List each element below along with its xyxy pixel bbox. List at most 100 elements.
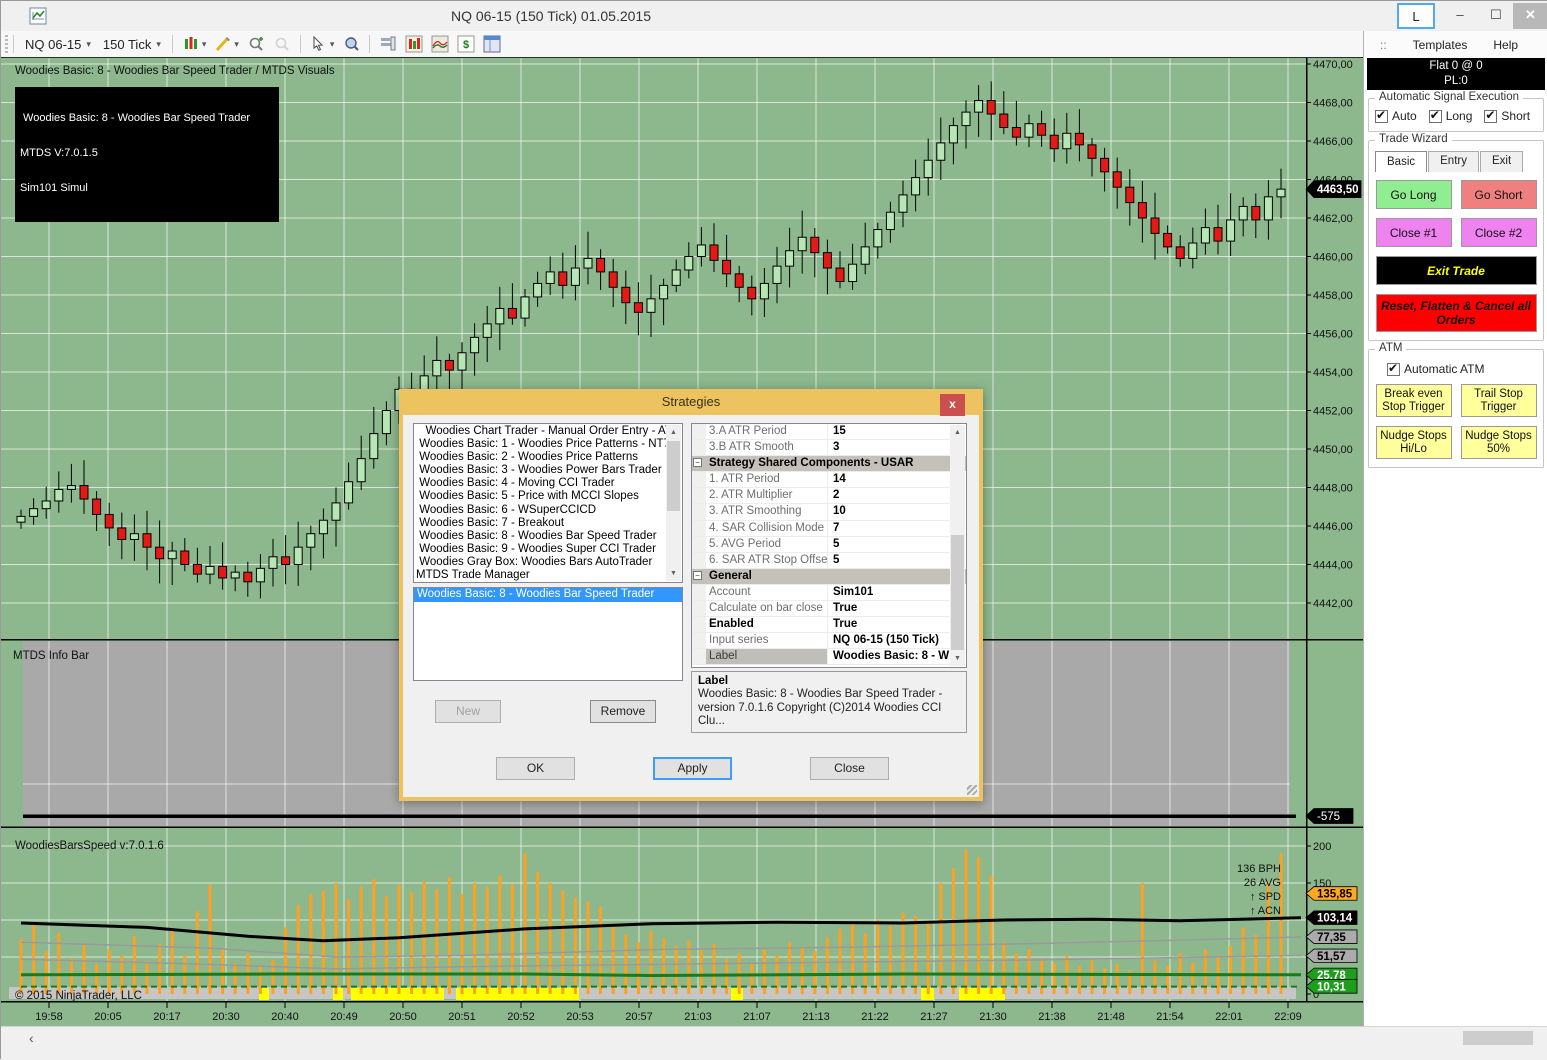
account-button[interactable]: $ xyxy=(453,33,479,55)
property-row[interactable]: 3. ATR Smoothing10 xyxy=(692,504,951,520)
instrument-selector[interactable]: NQ 06-15 ▾ xyxy=(19,35,97,54)
menu-help[interactable]: Help xyxy=(1493,38,1518,52)
signal-checkbox-long[interactable]: ✔Long xyxy=(1429,109,1473,123)
strategy-list-item[interactable]: MTDS Trade Manager xyxy=(416,569,666,582)
property-grid[interactable]: ▲ ▼ 3.A ATR Period153.B ATR Smooth3−Stra… xyxy=(691,423,967,668)
automatic-atm-checkbox[interactable]: ✔ Automatic ATM xyxy=(1387,362,1537,376)
scroll-up-icon[interactable]: ▲ xyxy=(666,425,681,440)
tab-basic[interactable]: Basic xyxy=(1375,151,1427,172)
nudge-stops-hi-lo-button[interactable]: Nudge Stops Hi/Lo xyxy=(1376,426,1452,459)
nudge-stops-50--button[interactable]: Nudge Stops 50% xyxy=(1461,426,1537,459)
collapse-icon[interactable]: − xyxy=(693,571,702,580)
minimize-button[interactable]: – xyxy=(1443,3,1477,29)
menu-templates[interactable]: Templates xyxy=(1413,38,1468,52)
data-series-button[interactable] xyxy=(401,33,427,55)
link-button[interactable]: L xyxy=(1397,3,1435,29)
cursor-mode-button[interactable]: ▾ xyxy=(306,33,339,55)
property-value[interactable]: 7 xyxy=(828,521,951,536)
maximize-button[interactable]: ☐ xyxy=(1479,3,1513,29)
strategy-list-item[interactable]: Woodies Gray Box: Woodies Bars AutoTrade… xyxy=(416,556,666,569)
zoom-out-button[interactable] xyxy=(269,33,295,55)
new-button[interactable]: New xyxy=(435,700,501,723)
strategy-list-item[interactable]: Woodies Chart Trader - Manual Order Entr… xyxy=(416,425,666,438)
property-value[interactable]: Sim101 xyxy=(828,585,951,600)
property-row[interactable]: 1. ATR Period14 xyxy=(692,472,951,488)
property-value[interactable]: True xyxy=(828,617,951,632)
property-row[interactable]: 3.A ATR Period15 xyxy=(692,424,951,440)
strategy-list-item[interactable]: Woodies Basic: 9 - Woodies Super CCI Tra… xyxy=(416,543,666,556)
signal-checkbox-auto[interactable]: ✔Auto xyxy=(1375,109,1417,123)
go-short-button[interactable]: Go Short xyxy=(1461,180,1537,209)
close-2-button[interactable]: Close #2 xyxy=(1461,218,1537,247)
zoom-in-button[interactable] xyxy=(243,33,269,55)
strategy-list-item[interactable]: Woodies Basic: 7 - Breakout xyxy=(416,517,666,530)
interval-selector[interactable]: 150 Tick ▾ xyxy=(97,35,167,54)
go-long-button[interactable]: Go Long xyxy=(1376,180,1452,209)
property-row[interactable]: AccountSim101 xyxy=(692,585,951,601)
exit-trade-button[interactable]: Exit Trade xyxy=(1376,256,1537,285)
properties-button[interactable] xyxy=(479,33,505,55)
scroll-left-arrow-icon[interactable]: ‹ xyxy=(29,1030,34,1046)
chart-style-button[interactable]: ▾ xyxy=(178,33,211,55)
ok-button[interactable]: OK xyxy=(496,757,575,780)
toolbar-grip[interactable] xyxy=(5,35,8,53)
scrollbar-thumb[interactable] xyxy=(667,441,680,511)
reset-flatten-button[interactable]: Reset, Flatten & Cancel all Orders xyxy=(1376,294,1537,332)
scroll-down-icon[interactable]: ▼ xyxy=(666,566,681,581)
region-zoom-button[interactable] xyxy=(338,33,364,55)
property-row[interactable]: EnabledTrue xyxy=(692,617,951,633)
property-row[interactable]: Input seriesNQ 06-15 (150 Tick) xyxy=(692,633,951,649)
break-even-stop-trigger-button[interactable]: Break even Stop Trigger xyxy=(1376,384,1452,417)
scrollbar-thumb[interactable] xyxy=(1463,1031,1533,1045)
chart-trader-button[interactable] xyxy=(375,33,401,55)
property-value[interactable]: 2 xyxy=(828,488,951,503)
collapse-icon[interactable]: − xyxy=(693,458,702,467)
dialog-title[interactable]: Strategies xyxy=(399,389,983,415)
strategy-list-item[interactable]: Woodies Basic: 6 - WSuperCCICD xyxy=(416,504,666,517)
trail-stop-trigger-button[interactable]: Trail Stop Trigger xyxy=(1461,384,1537,417)
dialog-close-action-button[interactable]: Close xyxy=(810,757,889,780)
configured-strategies-list[interactable]: Woodies Basic: 8 - Woodies Bar Speed Tra… xyxy=(413,587,683,681)
strategy-list-item[interactable]: Woodies Basic: 5 - Price with MCCI Slope… xyxy=(416,490,666,503)
property-category[interactable]: −General xyxy=(692,569,951,585)
property-row[interactable]: 6. SAR ATR Stop Offse5 xyxy=(692,553,951,569)
strategy-list[interactable]: ▲ ▼ Woodies Chart Trader - Manual Order … xyxy=(413,423,683,583)
dialog-close-button[interactable]: x xyxy=(940,394,965,416)
property-row[interactable]: 3.B ATR Smooth3 xyxy=(692,440,951,456)
property-value[interactable]: Woodies Basic: 8 - W xyxy=(828,649,951,664)
property-value[interactable]: 10 xyxy=(828,504,951,519)
property-value[interactable]: 5 xyxy=(828,553,951,568)
strategy-list-item[interactable]: Woodies Basic: 4 - Moving CCI Trader xyxy=(416,477,666,490)
property-value[interactable]: 15 xyxy=(828,424,951,439)
strategy-list-item[interactable]: Woodies Basic: 2 - Woodies Price Pattern… xyxy=(416,451,666,464)
close-button[interactable]: ✕ xyxy=(1513,3,1547,29)
property-category[interactable]: −Strategy Shared Components - USAR xyxy=(692,456,951,472)
strategy-list-item[interactable]: Woodies Basic: 8 - Woodies Bar Speed Tra… xyxy=(416,530,666,543)
resize-grip[interactable] xyxy=(967,785,977,795)
property-value[interactable]: 5 xyxy=(828,537,951,552)
scroll-down-icon[interactable]: ▼ xyxy=(950,651,965,666)
property-row[interactable]: 4. SAR Collision Mode7 xyxy=(692,521,951,537)
scrollbar-thumb[interactable] xyxy=(951,535,964,650)
property-row[interactable]: Calculate on bar closeTrue xyxy=(692,601,951,617)
tab-entry[interactable]: Entry xyxy=(1428,151,1479,172)
property-row[interactable]: 2. ATR Multiplier2 xyxy=(692,488,951,504)
property-value[interactable]: True xyxy=(828,601,951,616)
propgrid-scrollbar[interactable]: ▲ ▼ xyxy=(950,425,965,666)
strategy-list-item[interactable]: Woodies Basic: 3 - Woodies Power Bars Tr… xyxy=(416,464,666,477)
tab-exit[interactable]: Exit xyxy=(1480,151,1523,172)
scroll-up-icon[interactable]: ▲ xyxy=(950,425,965,440)
signal-checkbox-short[interactable]: ✔Short xyxy=(1484,109,1530,123)
close-1-button[interactable]: Close #1 xyxy=(1376,218,1452,247)
strategy-list-item[interactable]: Woodies Basic: 1 - Woodies Price Pattern… xyxy=(416,438,666,451)
property-value[interactable]: NQ 06-15 (150 Tick) xyxy=(828,633,951,648)
horizontal-scrollbar[interactable]: ‹ xyxy=(1,1026,1547,1060)
property-row[interactable]: 5. AVG Period5 xyxy=(692,537,951,553)
property-value[interactable]: 3 xyxy=(828,440,951,455)
indicators-button[interactable] xyxy=(427,33,453,55)
apply-button[interactable]: Apply xyxy=(653,757,732,780)
selected-strategy-item[interactable]: Woodies Basic: 8 - Woodies Bar Speed Tra… xyxy=(414,588,682,602)
list-scrollbar[interactable]: ▲ ▼ xyxy=(666,425,681,581)
property-row[interactable]: LabelWoodies Basic: 8 - W xyxy=(692,649,951,665)
remove-button[interactable]: Remove xyxy=(590,700,656,723)
